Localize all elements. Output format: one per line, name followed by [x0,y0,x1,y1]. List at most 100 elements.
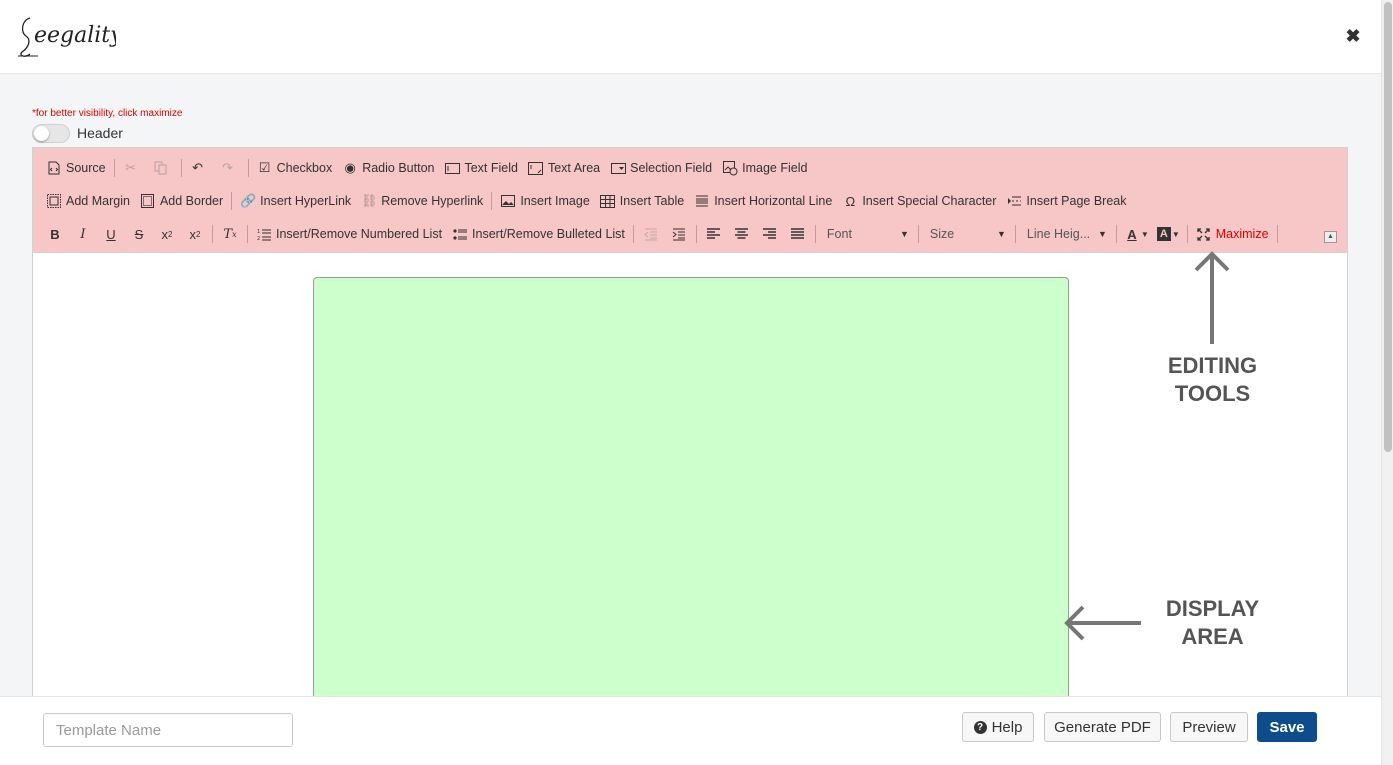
image-field-button[interactable]: Image Field [717,156,812,180]
toolbar-separator [1186,225,1188,243]
redo-button[interactable]: ↷ [215,156,245,180]
increase-indent-button[interactable] [665,222,693,246]
justify-button[interactable] [784,222,812,246]
svg-text:eegality: eegality [34,23,116,48]
insert-page-break-button[interactable]: Insert Page Break [1001,189,1131,213]
font-dropdown[interactable]: Font ▼ [819,223,915,245]
close-icon[interactable]: ✖ [1343,26,1363,46]
toolbar-separator [1276,225,1278,243]
footer-bar: ? Help Generate PDF Preview Save [0,696,1381,765]
checkbox-button[interactable]: ☑ Checkbox [252,156,338,180]
align-left-icon [706,226,722,242]
superscript-button[interactable]: x2 [181,222,209,246]
decrease-indent-button[interactable] [637,222,665,246]
add-margin-label: Add Margin [66,194,130,208]
checkbox-label: Checkbox [276,161,333,175]
indent-icon [671,226,687,242]
toolbar-separator [1115,225,1117,243]
subscript-button[interactable]: x2 [153,222,181,246]
add-border-button[interactable]: Add Border [135,189,228,213]
bulleted-list-icon [452,226,468,242]
remove-format-button[interactable]: Tx [216,222,244,246]
svg-text:1: 1 [257,229,260,235]
strikethrough-button[interactable]: S [125,222,153,246]
page-break-icon [1006,193,1022,209]
remove-hyperlink-label: Remove Hyperlink [381,194,484,208]
subscript-icon: x2 [161,226,173,242]
bulleted-list-button[interactable]: Insert/Remove Bulleted List [447,222,630,246]
generate-pdf-button[interactable]: Generate PDF [1044,712,1161,742]
font-dropdown-label: Font [826,227,852,241]
header-toggle[interactable] [32,124,70,143]
selection-field-button[interactable]: Selection Field [605,156,717,180]
undo-button[interactable]: ↶ [185,156,215,180]
source-button[interactable]: Source [41,156,111,180]
copy-button[interactable] [148,156,178,180]
undo-icon: ↶ [192,160,204,175]
chevron-down-icon: ▼ [899,229,909,239]
header-toggle-label: Header [77,125,123,141]
size-dropdown-label: Size [929,227,955,241]
insert-special-character-label: Insert Special Character [862,194,997,208]
radio-button-button[interactable]: ◉ Radio Button [337,156,439,180]
redo-icon: ↷ [222,160,234,175]
numbered-list-button[interactable]: 12 Insert/Remove Numbered List [251,222,447,246]
align-left-button[interactable] [700,222,728,246]
insert-horizontal-line-button[interactable]: Insert Horizontal Line [689,189,837,213]
insert-table-button[interactable]: Insert Table [595,189,689,213]
add-margin-button[interactable]: Add Margin [41,189,135,213]
checkbox-icon: ☑ [258,160,271,175]
selection-field-label: Selection Field [630,161,713,175]
collapse-toolbar-button[interactable]: ▲ [1324,231,1337,243]
align-center-button[interactable] [728,222,756,246]
insert-special-character-button[interactable]: Ω Insert Special Character [837,189,1001,213]
italic-button[interactable]: I [69,222,97,246]
size-dropdown[interactable]: Size ▼ [922,223,1012,245]
image-field-icon [722,160,738,176]
preview-button[interactable]: Preview [1170,712,1248,742]
help-button[interactable]: ? Help [962,712,1034,742]
page-scrollbar[interactable] [1381,0,1393,765]
toolbar-separator [632,225,634,243]
underline-button[interactable]: U [97,222,125,246]
insert-image-label: Insert Image [520,194,590,208]
unlink-icon: ⛓ [360,193,378,208]
bold-button[interactable]: B [41,222,69,246]
save-button[interactable]: Save [1257,712,1317,742]
text-color-icon: A [1127,226,1137,242]
radio-button-label: Radio Button [362,161,435,175]
cut-button[interactable]: ✂ [118,156,148,180]
scrollbar-thumb[interactable] [1384,2,1392,452]
align-right-icon [762,226,778,242]
text-area-button[interactable]: Text Area [523,156,605,180]
toolbar-row-3: B I U S x2 x2 Tx 12 Insert/Remove Number… [41,222,1281,246]
toolbar-separator [814,225,816,243]
line-height-dropdown[interactable]: Line Heig... ▼ [1019,223,1113,245]
align-center-icon [734,226,750,242]
toolbar-row-2: Add Margin Add Border 🔗 Insert HyperLink … [41,189,1131,213]
help-icon: ? [973,720,987,734]
display-area-annotation: DISPLAY AREA [1150,595,1275,651]
maximize-icon [1196,226,1212,242]
underline-icon: U [106,226,116,242]
link-icon: 🔗 [240,193,257,208]
insert-image-button[interactable]: Insert Image [495,189,594,213]
justify-icon [790,226,806,242]
save-label: Save [1269,718,1305,736]
template-name-input[interactable] [43,713,293,747]
align-right-button[interactable] [756,222,784,246]
display-area[interactable] [313,277,1069,699]
insert-hyperlink-button[interactable]: 🔗 Insert HyperLink [235,189,356,213]
visibility-hint: *for better visibility, click maximize [32,108,183,119]
insert-table-label: Insert Table [619,194,685,208]
annotation-line: EDITING [1167,353,1258,378]
text-field-label: Text Field [464,161,518,175]
maximize-button[interactable]: Maximize [1191,222,1274,246]
insert-horizontal-line-label: Insert Horizontal Line [714,194,833,208]
text-color-button[interactable]: A ▼ [1120,222,1153,246]
text-field-button[interactable]: Text Field [439,156,523,180]
remove-hyperlink-button[interactable]: ⛓ Remove Hyperlink [356,189,488,213]
insert-page-break-label: Insert Page Break [1026,194,1127,208]
background-color-button[interactable]: A ▼ [1153,222,1184,246]
border-icon [140,193,156,209]
